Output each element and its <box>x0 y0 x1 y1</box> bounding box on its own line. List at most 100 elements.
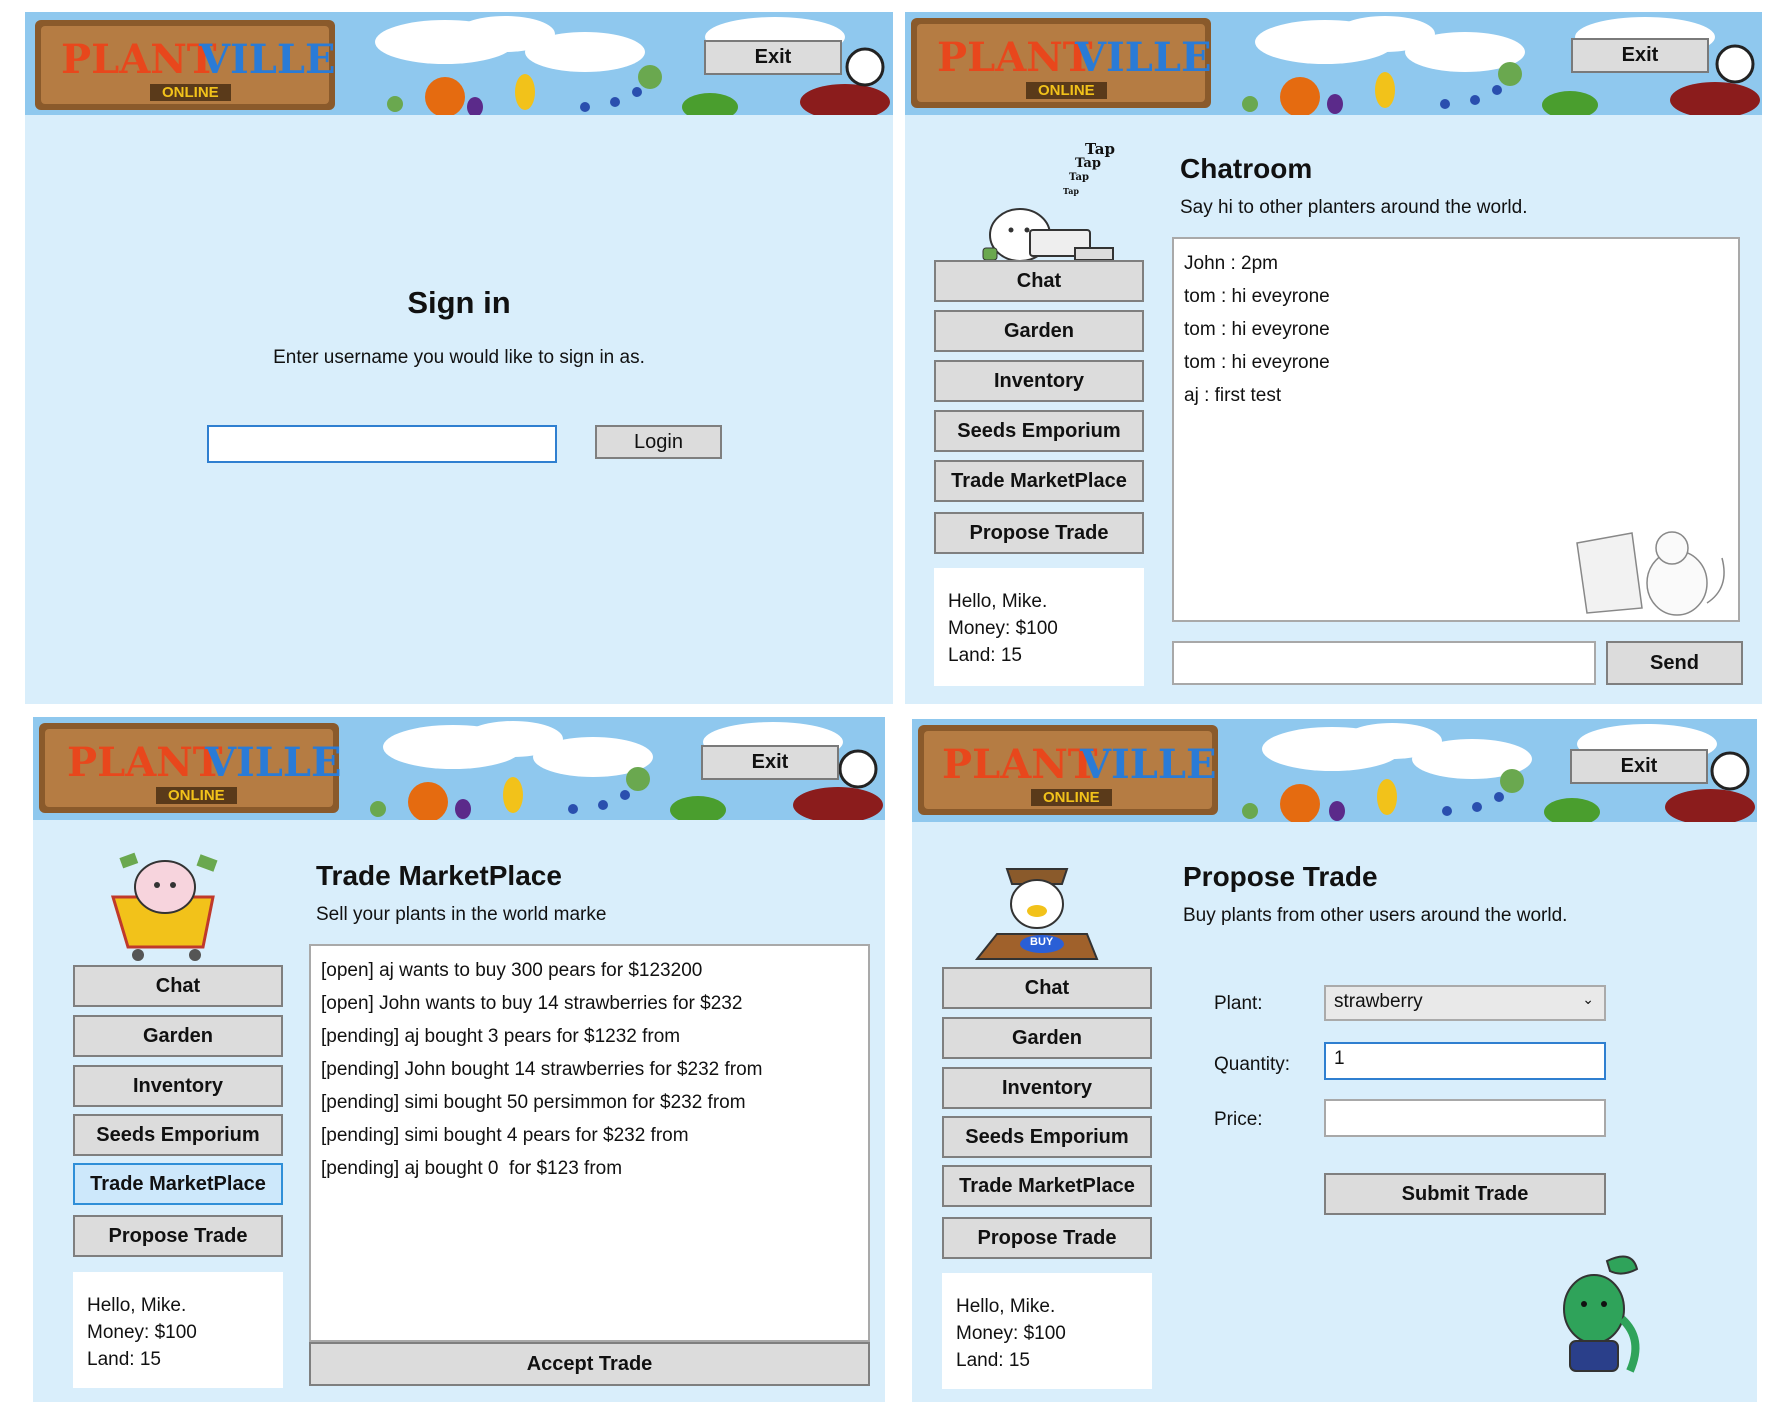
typing-mascot-illustration: Tap Tap Tap Tap <box>975 140 1125 270</box>
nav-chat[interactable]: Chat <box>934 260 1144 302</box>
chat-message: aj : first test <box>1184 385 1282 406</box>
plantville-banner: PLANT VILLE ONLINE Exit <box>912 719 1757 822</box>
page-title: Propose Trade <box>1183 861 1378 892</box>
user-info-box: Hello, Mike. Money: $100 Land: 15 <box>934 568 1144 686</box>
user-money: Money: $100 <box>948 618 1058 639</box>
trade-row[interactable]: [pending] John bought 14 strawberries fo… <box>321 1053 858 1086</box>
nav-trade-marketplace[interactable]: Trade MarketPlace <box>934 460 1144 502</box>
username-input[interactable] <box>207 425 557 463</box>
nav-propose-trade[interactable]: Propose Trade <box>942 1217 1152 1259</box>
nav-seeds-emporium[interactable]: Seeds Emporium <box>942 1116 1152 1158</box>
page-title: Trade MarketPlace <box>316 860 562 891</box>
chat-message: tom : hi eveyrone <box>1184 319 1330 340</box>
page-subtitle: Say hi to other planters around the worl… <box>1180 197 1528 218</box>
quantity-input[interactable]: 1 <box>1324 1042 1606 1080</box>
quantity-label: Quantity: <box>1214 1054 1291 1075</box>
trade-row[interactable]: [pending] aj bought 0 for $123 from <box>321 1152 858 1185</box>
marketplace-window: PLANT VILLE ONLINE Exit Chat Garden Inve… <box>33 717 885 1402</box>
nav-garden[interactable]: Garden <box>934 310 1144 352</box>
tap-text: Tap <box>1069 172 1089 183</box>
chat-message: tom : hi eveyrone <box>1184 286 1330 307</box>
chat-message: tom : hi eveyrone <box>1184 352 1330 373</box>
sprout-mascot-illustration <box>1552 1249 1652 1374</box>
nav-chat[interactable]: Chat <box>73 965 283 1007</box>
nav-seeds-emporium[interactable]: Seeds Emporium <box>73 1114 283 1156</box>
logo-plant: PLANT <box>942 741 1098 788</box>
chat-message: John : 2pm <box>1184 253 1278 274</box>
user-greeting: Hello, Mike. <box>956 1296 1056 1317</box>
user-greeting: Hello, Mike. <box>948 591 1048 612</box>
nav-propose-trade[interactable]: Propose Trade <box>73 1215 283 1257</box>
price-input[interactable] <box>1324 1099 1606 1137</box>
plant-select[interactable]: strawberry ⌄ <box>1324 985 1606 1021</box>
cat-laptop-illustration <box>1572 528 1732 618</box>
logo-ville: VILLE <box>1080 741 1217 788</box>
exit-button[interactable]: Exit <box>1570 749 1708 784</box>
plant-label: Plant: <box>1214 993 1263 1014</box>
user-money: Money: $100 <box>87 1322 197 1343</box>
tap-text: Tap <box>1075 156 1101 171</box>
price-label: Price: <box>1214 1109 1263 1130</box>
page-title: Chatroom <box>1180 153 1313 184</box>
page-title: Sign in <box>407 285 511 320</box>
chatroom-window: PLANT VILLE ONLINE Exit Tap Tap Tap Tap … <box>905 12 1762 704</box>
user-land: Land: 15 <box>956 1350 1030 1371</box>
trade-row[interactable]: [pending] simi bought 50 persimmon for $… <box>321 1086 858 1119</box>
logo-tag: ONLINE <box>1031 789 1112 806</box>
logo-tag: ONLINE <box>150 84 231 101</box>
exit-button[interactable]: Exit <box>704 40 842 75</box>
user-greeting: Hello, Mike. <box>87 1295 187 1316</box>
voter-mascot-illustration: BUY <box>967 849 1107 964</box>
logo: PLANT VILLE ONLINE <box>61 735 341 807</box>
login-button[interactable]: Login <box>595 425 722 459</box>
user-info-box: Hello, Mike. Money: $100 Land: 15 <box>942 1273 1152 1389</box>
nav-chat[interactable]: Chat <box>942 967 1152 1009</box>
trade-row[interactable]: [open] John wants to buy 14 strawberries… <box>321 987 858 1020</box>
nav-trade-marketplace[interactable]: Trade MarketPlace <box>73 1163 283 1205</box>
logo-ville: VILLE <box>199 36 336 83</box>
buy-sign: BUY <box>1030 936 1054 948</box>
trades-list[interactable]: [open] aj wants to buy 300 pears for $12… <box>309 944 870 1342</box>
plantville-banner: PLANT VILLE ONLINE Exit <box>905 12 1762 115</box>
plant-select-value: strawberry <box>1334 991 1423 1012</box>
logo: PLANT VILLE ONLINE <box>936 737 1216 809</box>
submit-trade-button[interactable]: Submit Trade <box>1324 1173 1606 1215</box>
logo-plant: PLANT <box>67 739 223 786</box>
nav-inventory[interactable]: Inventory <box>73 1065 283 1107</box>
side-nav: Chat Garden Inventory Seeds Emporium Tra… <box>942 967 1152 1267</box>
exit-button[interactable]: Exit <box>1571 38 1709 73</box>
nav-inventory[interactable]: Inventory <box>934 360 1144 402</box>
tap-text: Tap <box>1063 186 1079 196</box>
logo: PLANT VILLE ONLINE <box>55 32 335 104</box>
user-land: Land: 15 <box>948 645 1022 666</box>
send-button[interactable]: Send <box>1606 641 1743 685</box>
plantville-banner: PLANT VILLE ONLINE Exit <box>33 717 885 820</box>
page-subtitle: Enter username you would like to sign in… <box>273 347 645 368</box>
nav-seeds-emporium[interactable]: Seeds Emporium <box>934 410 1144 452</box>
logo-tag: ONLINE <box>156 787 237 804</box>
side-nav: Chat Garden Inventory Seeds Emporium Tra… <box>73 965 283 1265</box>
logo-plant: PLANT <box>937 34 1093 81</box>
logo: PLANT VILLE ONLINE <box>931 30 1211 102</box>
trade-row[interactable]: [open] aj wants to buy 300 pears for $12… <box>321 954 858 987</box>
plantville-banner: PLANT VILLE ONLINE Exit <box>25 12 893 115</box>
nav-garden[interactable]: Garden <box>942 1017 1152 1059</box>
logo-ville: VILLE <box>1075 34 1212 81</box>
nav-propose-trade[interactable]: Propose Trade <box>934 512 1144 554</box>
exit-button[interactable]: Exit <box>701 745 839 780</box>
page-subtitle: Sell your plants in the world marke <box>316 904 607 925</box>
nav-garden[interactable]: Garden <box>73 1015 283 1057</box>
logo-ville: VILLE <box>205 739 342 786</box>
trade-row[interactable]: [pending] aj bought 3 pears for $1232 fr… <box>321 1020 858 1053</box>
trade-row[interactable]: [pending] simi bought 4 pears for $232 f… <box>321 1119 858 1152</box>
user-land: Land: 15 <box>87 1349 161 1370</box>
nav-inventory[interactable]: Inventory <box>942 1067 1152 1109</box>
shopping-cart-mascot-illustration <box>103 847 223 962</box>
nav-trade-marketplace[interactable]: Trade MarketPlace <box>942 1165 1152 1207</box>
logo-plant: PLANT <box>61 36 217 83</box>
chat-message-input[interactable] <box>1172 641 1596 685</box>
accept-trade-button[interactable]: Accept Trade <box>309 1342 870 1386</box>
user-money: Money: $100 <box>956 1323 1066 1344</box>
chat-messages-list[interactable]: John : 2pm tom : hi eveyrone tom : hi ev… <box>1172 237 1740 622</box>
signin-window: PLANT VILLE ONLINE Exit Sign in Enter us… <box>25 12 893 704</box>
